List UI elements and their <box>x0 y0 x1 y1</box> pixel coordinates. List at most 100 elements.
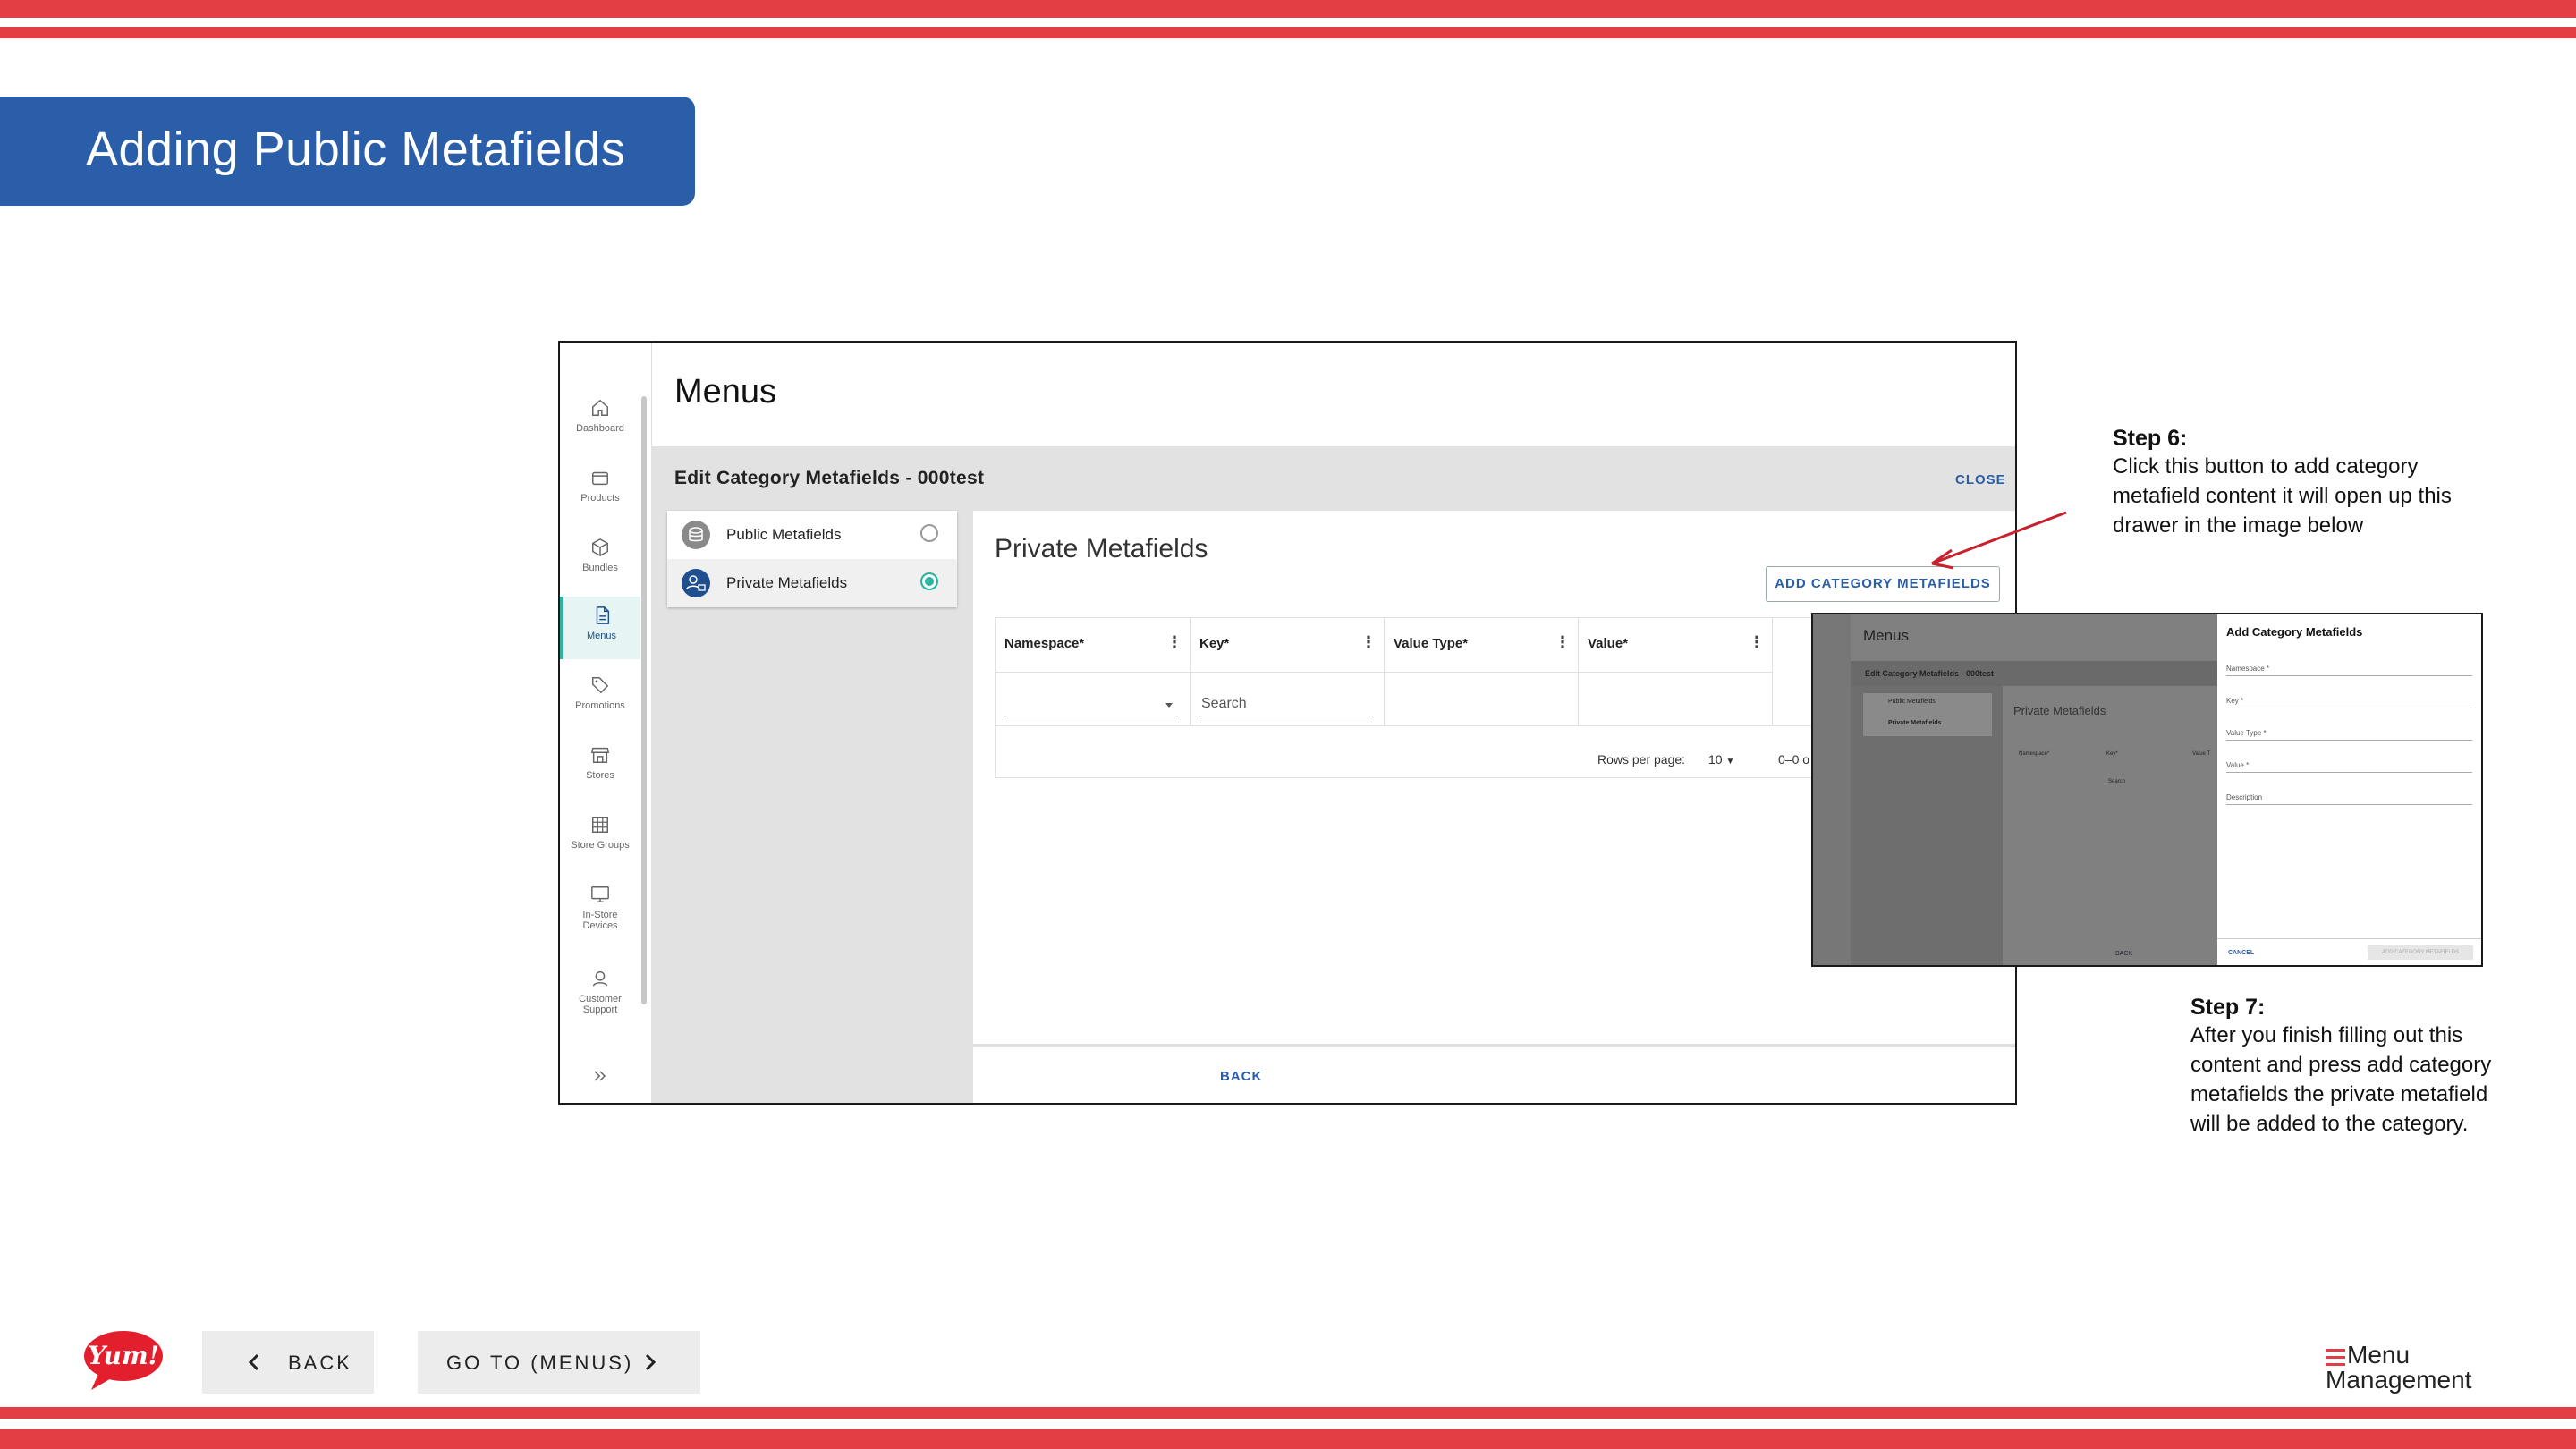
column-label: Namespace* <box>1004 636 1085 651</box>
metafield-type-list: Public Metafields Private Metafields <box>667 511 957 607</box>
double-chevron-right-icon <box>594 1071 606 1081</box>
key-search-input[interactable]: Search <box>1199 691 1373 716</box>
sidebar: Dashboard Products Bundles Menus Promoti… <box>560 343 652 1103</box>
sidebar-item-label: Products <box>580 493 620 504</box>
rows-per-page-value: 10 <box>1708 752 1723 767</box>
step-6-line-1: Click this button to add category <box>2113 454 2419 479</box>
go-to-menus-button[interactable]: GO TO (MENUS) <box>418 1331 700 1394</box>
sidebar-item-in-store-devices[interactable]: In-Store Devices <box>560 885 640 954</box>
sidebar-item-menus[interactable]: Menus <box>560 597 640 659</box>
drawer-value-type-field[interactable]: Value Type * <box>2226 729 2472 741</box>
dropdown-arrow-icon: ▼ <box>1725 757 1735 767</box>
sidebar-item-promotions[interactable]: Promotions <box>560 675 640 727</box>
close-button[interactable]: CLOSE <box>1955 472 2006 487</box>
sidebar-item-dashboard[interactable]: Dashboard <box>560 398 640 450</box>
slide-title: Adding Public Metafields <box>86 123 626 176</box>
sidebar-scrollbar[interactable] <box>641 396 647 1004</box>
inset-edit-title: Edit Category Metafields - 000test <box>1865 669 1995 678</box>
inset-page-title: Menus <box>1863 627 1910 644</box>
drawer-key-field[interactable]: Key * <box>2226 697 2472 708</box>
sidebar-item-label-2: Devices <box>582 920 618 931</box>
inset-public-label: Public Metafields <box>1888 699 1936 705</box>
sidebar-item-label: Dashboard <box>576 423 624 434</box>
drawer-submit-button[interactable]: ADD CATEGORY METAFIELDS <box>2368 945 2473 960</box>
step-6-line-3: drawer in the image below <box>2113 513 2364 538</box>
sidebar-item-bundles[interactable]: Bundles <box>560 538 640 589</box>
public-metafields-option[interactable]: Public Metafields <box>667 511 957 559</box>
brand-line-1: Menu <box>2347 1341 2411 1368</box>
rows-per-page-select[interactable]: 10 ▼ <box>1708 752 1734 767</box>
sidebar-item-label-2: Support <box>582 1004 618 1015</box>
private-metafields-label: Private Metafields <box>726 574 848 591</box>
column-header-value-type[interactable]: Value Type* ⋮ <box>1385 618 1579 672</box>
drawer-value-field[interactable]: Value * <box>2226 761 2472 773</box>
step-7-line-2: content and press add category <box>2190 1053 2492 1077</box>
tag-icon <box>592 677 609 694</box>
namespace-filter-cell <box>996 672 1191 725</box>
sidebar-item-stores[interactable]: Stores <box>560 745 640 797</box>
sidebar-item-customer-support[interactable]: Customer Support <box>560 969 640 1038</box>
step-7-block: Step 7: After you finish filling out thi… <box>2190 995 2566 1139</box>
cube-icon <box>592 538 608 557</box>
chevron-left-icon <box>248 1353 259 1371</box>
section-title: Private Metafields <box>995 534 1208 564</box>
edit-category-title: Edit Category Metafields - 000test <box>674 468 985 488</box>
more-vert-icon[interactable]: ⋮ <box>1749 634 1765 650</box>
inset-back: BACK <box>2115 951 2133 957</box>
step-7-line-4: will be added to the category. <box>2190 1112 2469 1136</box>
step-6-line-2: metafield content it will open up this <box>2113 484 2452 508</box>
pagination-info: 0–0 o <box>1778 752 1810 767</box>
document-icon <box>596 606 609 624</box>
dropdown-arrow-icon <box>1165 703 1173 708</box>
sidebar-item-label: Promotions <box>575 700 625 711</box>
step-7-line-1: After you finish filling out this <box>2190 1023 2463 1047</box>
monitor-icon <box>591 886 609 902</box>
drawer-title: Add Category Metafields <box>2226 625 2363 639</box>
grid-icon <box>592 817 608 833</box>
page-title: Menus <box>674 373 777 411</box>
column-header-value[interactable]: Value* ⋮ <box>1579 618 1773 672</box>
inset-col-3: Value T <box>2192 751 2211 757</box>
box-icon <box>592 471 608 486</box>
add-metafields-drawer: Add Category Metafields Namespace * Key … <box>2217 614 2481 965</box>
app-screenshot: Dashboard Products Bundles Menus Promoti… <box>558 341 2017 1105</box>
sidebar-item-label: In-Store <box>582 910 618 920</box>
more-vert-icon[interactable]: ⋮ <box>1360 634 1377 650</box>
public-metafields-label: Public Metafields <box>726 526 842 543</box>
drawer-back-button[interactable]: BACK <box>1220 1069 1262 1084</box>
search-placeholder: Search <box>1201 696 1247 711</box>
svg-text:Yum!: Yum! <box>88 1341 159 1370</box>
user-lock-icon <box>682 569 710 597</box>
bottom-stripe-2 <box>0 1429 2576 1449</box>
sidebar-item-label: Bundles <box>582 563 618 573</box>
drawer-description-field[interactable]: Description <box>2226 793 2472 805</box>
bottom-stripe-1 <box>0 1407 2576 1419</box>
store-icon <box>590 747 610 763</box>
public-metafields-radio[interactable] <box>920 524 938 542</box>
drawer-namespace-field[interactable]: Namespace * <box>2226 665 2472 676</box>
sidebar-item-label: Customer <box>579 994 622 1004</box>
private-metafields-radio[interactable] <box>920 572 938 590</box>
key-filter-cell: Search <box>1191 672 1385 725</box>
step-6-heading: Step 6: <box>2113 426 2188 451</box>
value-filter-cell <box>1579 672 1773 725</box>
value-type-filter-cell <box>1385 672 1579 725</box>
step-7-line-3: metafields the private metafield <box>2190 1082 2488 1106</box>
more-vert-icon[interactable]: ⋮ <box>1166 634 1182 650</box>
sidebar-item-label: Store Groups <box>571 840 630 851</box>
column-label: Value* <box>1588 636 1629 651</box>
more-vert-icon[interactable]: ⋮ <box>1555 634 1571 650</box>
home-icon <box>592 399 608 416</box>
column-header-key[interactable]: Key* ⋮ <box>1191 618 1385 672</box>
step-6-block: Step 6: Click this button to add categor… <box>2113 426 2515 540</box>
drawer-cancel-button[interactable]: CANCEL <box>2228 950 2254 956</box>
private-metafields-option[interactable]: Private Metafields <box>667 559 957 607</box>
database-icon <box>682 521 710 549</box>
namespace-filter-select[interactable] <box>1004 691 1178 716</box>
back-button[interactable]: BACK <box>202 1331 374 1394</box>
sidebar-item-store-groups[interactable]: Store Groups <box>560 815 640 867</box>
sidebar-item-products[interactable]: Products <box>560 468 640 520</box>
column-header-namespace[interactable]: Namespace* ⋮ <box>996 618 1191 672</box>
sidebar-collapse-button[interactable] <box>560 1067 640 1094</box>
inset-col-2: Key* <box>2106 751 2118 757</box>
